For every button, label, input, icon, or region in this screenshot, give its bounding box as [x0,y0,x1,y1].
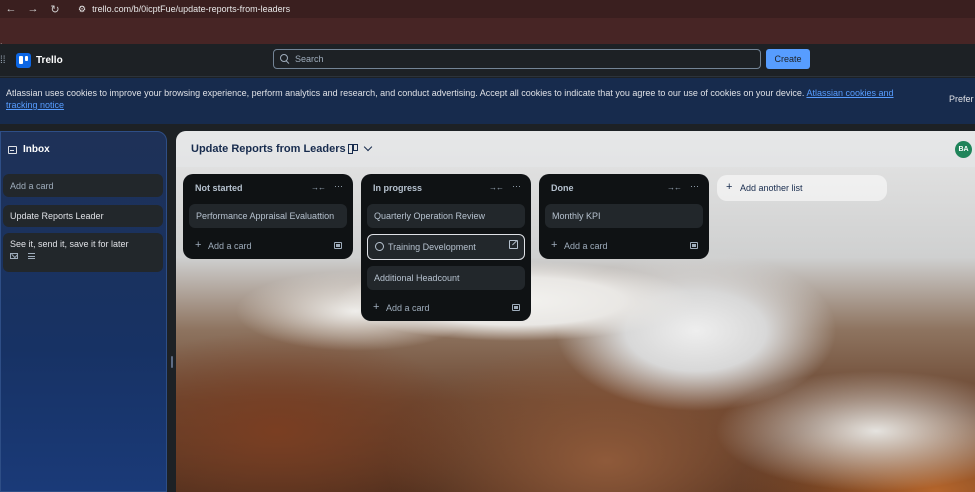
board-view-switcher[interactable] [348,142,373,154]
create-button[interactable]: Create [766,49,810,69]
add-list-label: Add another list [740,183,803,193]
collapse-list-icon[interactable]: →← [489,183,504,192]
forward-icon[interactable]: → [22,3,44,15]
app-switcher-icon[interactable]: ⁞⁞ [0,55,6,66]
card-template-icon[interactable] [690,242,698,249]
panel-resize-handle[interactable] [171,356,173,368]
card-template-icon[interactable] [512,304,520,311]
complete-circle-icon[interactable] [375,242,384,251]
add-card-label: Add a card [564,241,608,251]
plus-icon: + [373,301,380,313]
trello-logo[interactable]: Trello [16,53,63,68]
email-icon [10,253,18,259]
search-box[interactable] [273,49,761,69]
inbox-card[interactable]: See it, send it, save it for later [3,233,163,272]
plus-icon: + [195,239,202,251]
list-done: Done →← ··· Monthly KPI + Add a card [539,174,709,259]
card-title: Additional Headcount [374,273,460,283]
inbox-card-title: Update Reports Leader [10,211,104,221]
address-bar[interactable]: ⚙ trello.com/b/0icptFue/update-reports-f… [72,0,297,18]
list-header: In progress →← ··· [367,174,525,204]
plus-icon: + [551,239,558,251]
chevron-down-icon [363,142,373,151]
more-icon[interactable]: ··· [512,181,521,191]
more-icon[interactable]: ··· [690,181,699,191]
card-title: Quarterly Operation Review [374,211,486,221]
list-in-progress: In progress →← ··· Quarterly Operation R… [361,174,531,321]
inbox-icon [8,145,17,154]
card[interactable]: Quarterly Operation Review [367,204,525,228]
inbox-header: Inbox [8,144,50,155]
inbox-title: Inbox [23,144,50,155]
add-card-label: Add a card [386,303,430,313]
board-view-icon [348,144,358,154]
card-title: Performance Appraisal Evaluattion [196,211,335,221]
back-icon[interactable]: ← [0,3,22,15]
url-text[interactable]: trello.com/b/0icptFue/update-reports-fro… [92,4,290,14]
browser-toolbar: ← → ↻ ⚙ trello.com/b/0icptFue/update-rep… [0,0,975,18]
description-icon [28,253,35,259]
board-title[interactable]: Update Reports from Leaders [191,143,346,155]
list-header: Done →← ··· [545,174,703,204]
inbox-card[interactable]: Update Reports Leader [3,205,163,227]
card-title: Training Development [388,242,476,252]
list-title[interactable]: In progress [373,183,422,193]
list-title[interactable]: Not started [195,183,243,193]
site-settings-icon[interactable]: ⚙ [78,4,86,15]
cookie-preferences-button[interactable]: Prefer [949,94,974,104]
trello-logo-icon [16,53,31,68]
search-icon [280,54,290,64]
cookie-banner: Atlassian uses cookies to improve your b… [0,78,975,124]
bookmark-bar: ⁞ [0,18,975,52]
plus-icon: + [726,181,733,193]
more-icon[interactable]: ··· [334,181,343,191]
list-title[interactable]: Done [551,183,574,193]
card-template-icon[interactable] [334,242,342,249]
cookie-text: Atlassian uses cookies to improve your b… [6,87,926,111]
card[interactable]: Additional Headcount [367,266,525,290]
collapse-list-icon[interactable]: →← [667,183,682,192]
board-canvas: Update Reports from Leaders BA Not start… [176,131,975,492]
add-list-button[interactable]: + Add another list [717,175,887,201]
card-title: Monthly KPI [552,211,601,221]
card[interactable]: Monthly KPI [545,204,703,228]
collapse-list-icon[interactable]: →← [311,183,326,192]
add-card-button[interactable]: + Add a card [367,296,525,321]
card-badges [10,253,156,259]
edit-icon[interactable] [509,240,518,249]
inbox-panel: Inbox Add a card Update Reports Leader S… [0,131,167,492]
card-selected[interactable]: Training Development [367,234,525,260]
app-header: ⁞⁞ Trello Create [0,44,975,77]
cookie-message: Atlassian uses cookies to improve your b… [6,88,805,98]
add-card-label: Add a card [208,241,252,251]
inbox-add-card-input[interactable]: Add a card [3,174,163,197]
board-header: Update Reports from Leaders BA [176,131,975,167]
logo-text: Trello [36,55,63,66]
avatar[interactable]: BA [955,141,972,158]
add-card-button[interactable]: + Add a card [545,234,703,259]
card[interactable]: Performance Appraisal Evaluattion [189,204,347,228]
list-header: Not started →← ··· [189,174,347,204]
inbox-card-title: See it, send it, save it for later [10,239,129,249]
add-card-button[interactable]: + Add a card [189,234,347,259]
list-not-started: Not started →← ··· Performance Appraisal… [183,174,353,259]
reload-icon[interactable]: ↻ [44,3,66,16]
search-input[interactable] [295,54,735,64]
